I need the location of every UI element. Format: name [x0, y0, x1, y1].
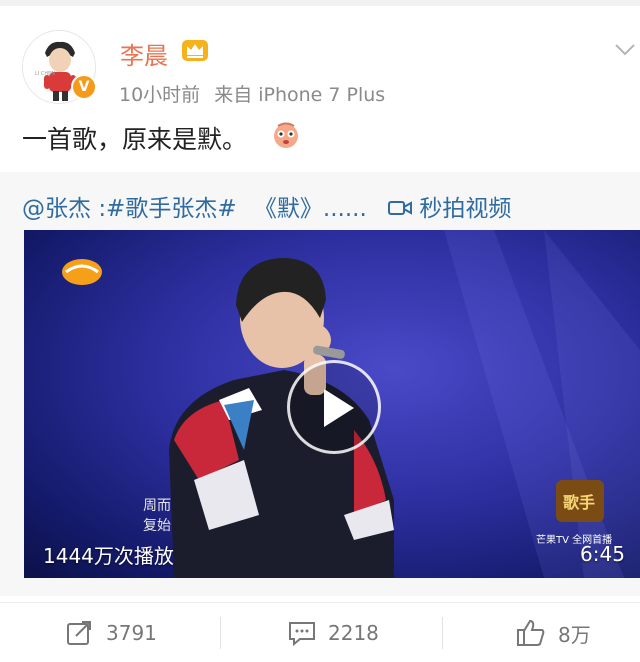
video-duration: 6:45 — [580, 542, 625, 566]
video-link[interactable]: 秒拍视频 — [419, 196, 511, 222]
comment-icon — [289, 622, 315, 646]
chevron-down-icon[interactable] — [614, 42, 636, 56]
repost-count: 3791 — [106, 621, 157, 645]
post-source[interactable]: 来自 iPhone 7 Plus — [214, 84, 385, 106]
crown-icon[interactable] — [181, 37, 209, 63]
play-button[interactable] — [287, 360, 381, 454]
svg-text:LI CHEN: LI CHEN — [35, 71, 55, 77]
repost-title: 《默》...... — [253, 196, 367, 222]
action-toolbar: 3791 2218 8万 — [0, 602, 640, 662]
comment-count: 2218 — [328, 621, 379, 645]
like-count: 8万 — [558, 622, 591, 647]
post-time: 10小时前 — [119, 84, 201, 106]
svg-text:歌手: 歌手 — [563, 493, 595, 512]
post-meta: 10小时前 来自 iPhone 7 Plus — [119, 80, 399, 107]
post-text: 一首歌，原来是默。 — [22, 125, 248, 154]
play-icon — [324, 389, 354, 427]
verified-badge-icon: V — [71, 74, 97, 100]
comment-button[interactable]: 2218 — [288, 603, 379, 662]
view-count: 1444万次播放 — [43, 544, 174, 568]
video-camera-icon — [388, 201, 413, 215]
toolbar-divider — [220, 617, 221, 649]
topic-link[interactable]: :#歌手张杰# — [98, 196, 236, 222]
repost-text: @张杰 :#歌手张杰# 《默》...... 秒拍视频 — [22, 189, 511, 223]
video-caption: 周而复始 — [143, 498, 171, 534]
like-icon — [517, 619, 545, 646]
repost-icon — [67, 621, 91, 645]
emoji-icon — [272, 121, 300, 149]
username[interactable]: 李晨 — [120, 36, 168, 71]
toolbar-divider — [442, 617, 443, 649]
mention-link[interactable]: @张杰 — [22, 196, 91, 222]
repost-button[interactable]: 3791 — [66, 603, 157, 662]
like-button[interactable]: 8万 — [516, 603, 591, 662]
